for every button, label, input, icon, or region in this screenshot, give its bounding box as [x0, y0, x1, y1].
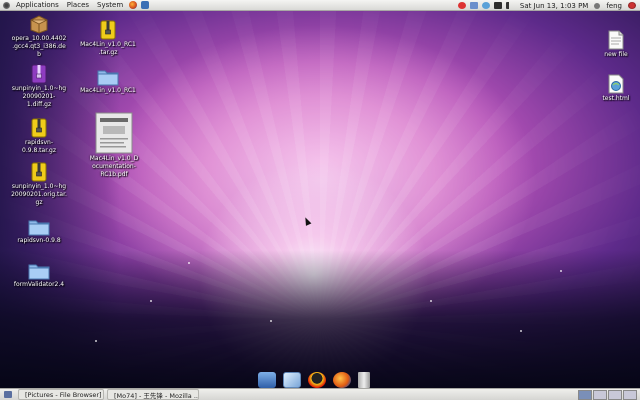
- desktop-icon-label: Mac4Lin_v1.0_Documentation-RC1b.pdf: [89, 155, 139, 178]
- workspace-2[interactable]: [593, 390, 607, 400]
- firefox-launcher-icon[interactable]: [129, 1, 138, 9]
- star: [150, 300, 152, 302]
- apple-icon[interactable]: [3, 1, 10, 9]
- package-icon: [30, 15, 48, 34]
- star: [95, 340, 97, 342]
- desktop-icon-label: Mac4Lin_v1.0_RC1: [80, 87, 136, 94]
- star: [520, 330, 522, 332]
- task-file-browser[interactable]: [Pictures - File Browser]: [18, 389, 104, 400]
- messenger-icon[interactable]: [481, 2, 490, 9]
- desktop-icon-label: formValidator2.4: [13, 281, 65, 288]
- desktop-icon-label: test.html: [602, 95, 630, 102]
- desktop-icon-sunpinyin-diff[interactable]: sunpinyin_1.0~hg20090201-1.diff.gz: [11, 64, 67, 109]
- shutdown-icon[interactable]: [628, 2, 636, 9]
- menu-applications[interactable]: Applications: [12, 0, 63, 10]
- firefox-icon[interactable]: [333, 372, 351, 388]
- user-name[interactable]: feng: [602, 1, 626, 11]
- desktop-icon-test-html[interactable]: test.html: [594, 74, 638, 103]
- desktop-icon-rapidsvn-folder[interactable]: rapidsvn-0.9.8: [11, 218, 67, 245]
- folder-icon: [28, 264, 50, 280]
- show-desktop-icon[interactable]: [4, 391, 12, 398]
- workspace-3[interactable]: [608, 390, 622, 400]
- archive-icon: [31, 162, 47, 182]
- desktop-icon-label: sunpinyin_1.0~hg20090201.orig.tar.gz: [11, 183, 67, 206]
- network-icon[interactable]: [469, 2, 478, 9]
- penguin-icon[interactable]: [308, 372, 326, 388]
- desktop-icon-label: sunpinyin_1.0~hg20090201-1.diff.gz: [11, 85, 67, 108]
- desktop-icon-rapidsvn-tar[interactable]: rapidsvn-0.9.8.tar.gz: [11, 118, 67, 155]
- desktop-icon-mac4lin-tar[interactable]: Mac4Lin_v1.0_RC1.tar.gz: [80, 20, 136, 57]
- volume-icon[interactable]: [505, 2, 514, 9]
- desktop-icon-label: rapidsvn-0.9.8: [17, 237, 61, 244]
- system-tray: Sat Jun 13, 1:03 PM feng: [456, 0, 638, 11]
- archive-icon: [31, 118, 47, 138]
- pdf-icon: [95, 112, 133, 154]
- desktop-icon-label: opera_10.00.4402.gcc4.qt3_i386.deb: [11, 35, 67, 58]
- star: [270, 320, 272, 322]
- user-icon: [594, 2, 601, 9]
- help-launcher-icon[interactable]: [141, 1, 150, 9]
- archive-icon: [100, 20, 116, 40]
- box-icon[interactable]: [283, 372, 301, 388]
- task-label: [Mo74] - 王先锋 - Mozilla ...: [114, 391, 199, 400]
- desktop-icon-label: rapidsvn-0.9.8.tar.gz: [22, 139, 56, 154]
- trash-icon[interactable]: [358, 372, 370, 388]
- dock: [258, 372, 370, 388]
- text-file-icon: [608, 30, 624, 50]
- menu-places[interactable]: Places: [63, 0, 93, 10]
- star: [560, 270, 562, 272]
- top-panel: Applications Places System Sat Jun 13, 1…: [0, 0, 640, 11]
- desktop-icon-mac4lin-folder[interactable]: Mac4Lin_v1.0_RC1: [80, 68, 136, 95]
- desktop-icon-label: new file: [604, 51, 628, 58]
- desktop-icon-opera-deb[interactable]: opera_10.00.4402.gcc4.qt3_i386.deb: [11, 14, 67, 59]
- desktop-icon-formvalidator-folder[interactable]: formValidator2.4: [11, 262, 67, 289]
- star: [430, 300, 432, 302]
- bottom-panel: [Pictures - File Browser] [Mo74] - 王先锋 -…: [0, 388, 640, 400]
- desktop-icon-label: Mac4Lin_v1.0_RC1.tar.gz: [80, 41, 136, 56]
- star: [188, 262, 190, 264]
- archive-icon: [31, 64, 47, 84]
- task-mozilla[interactable]: [Mo74] - 王先锋 - Mozilla ...: [107, 389, 199, 400]
- html-file-icon: [608, 74, 624, 94]
- desktop-icon-new-file[interactable]: new file: [594, 30, 638, 59]
- workspace-switcher: [578, 390, 637, 400]
- keyboard-icon[interactable]: [493, 2, 502, 9]
- clock[interactable]: Sat Jun 13, 1:03 PM: [516, 1, 592, 11]
- desktop-icon-mac4lin-pdf[interactable]: Mac4Lin_v1.0_Documentation-RC1b.pdf: [89, 112, 139, 179]
- folder-icon: [97, 70, 119, 86]
- folder-icon: [28, 220, 50, 236]
- workspace-1[interactable]: [578, 390, 592, 400]
- task-label: [Pictures - File Browser]: [25, 390, 102, 399]
- workspace-4[interactable]: [623, 390, 637, 400]
- menu-system[interactable]: System: [93, 0, 127, 10]
- wallpaper-galaxy: [0, 250, 640, 388]
- alert-icon[interactable]: [457, 2, 466, 9]
- desktop-icon-sunpinyin-orig[interactable]: sunpinyin_1.0~hg20090201.orig.tar.gz: [11, 162, 67, 207]
- finder-icon[interactable]: [258, 372, 276, 388]
